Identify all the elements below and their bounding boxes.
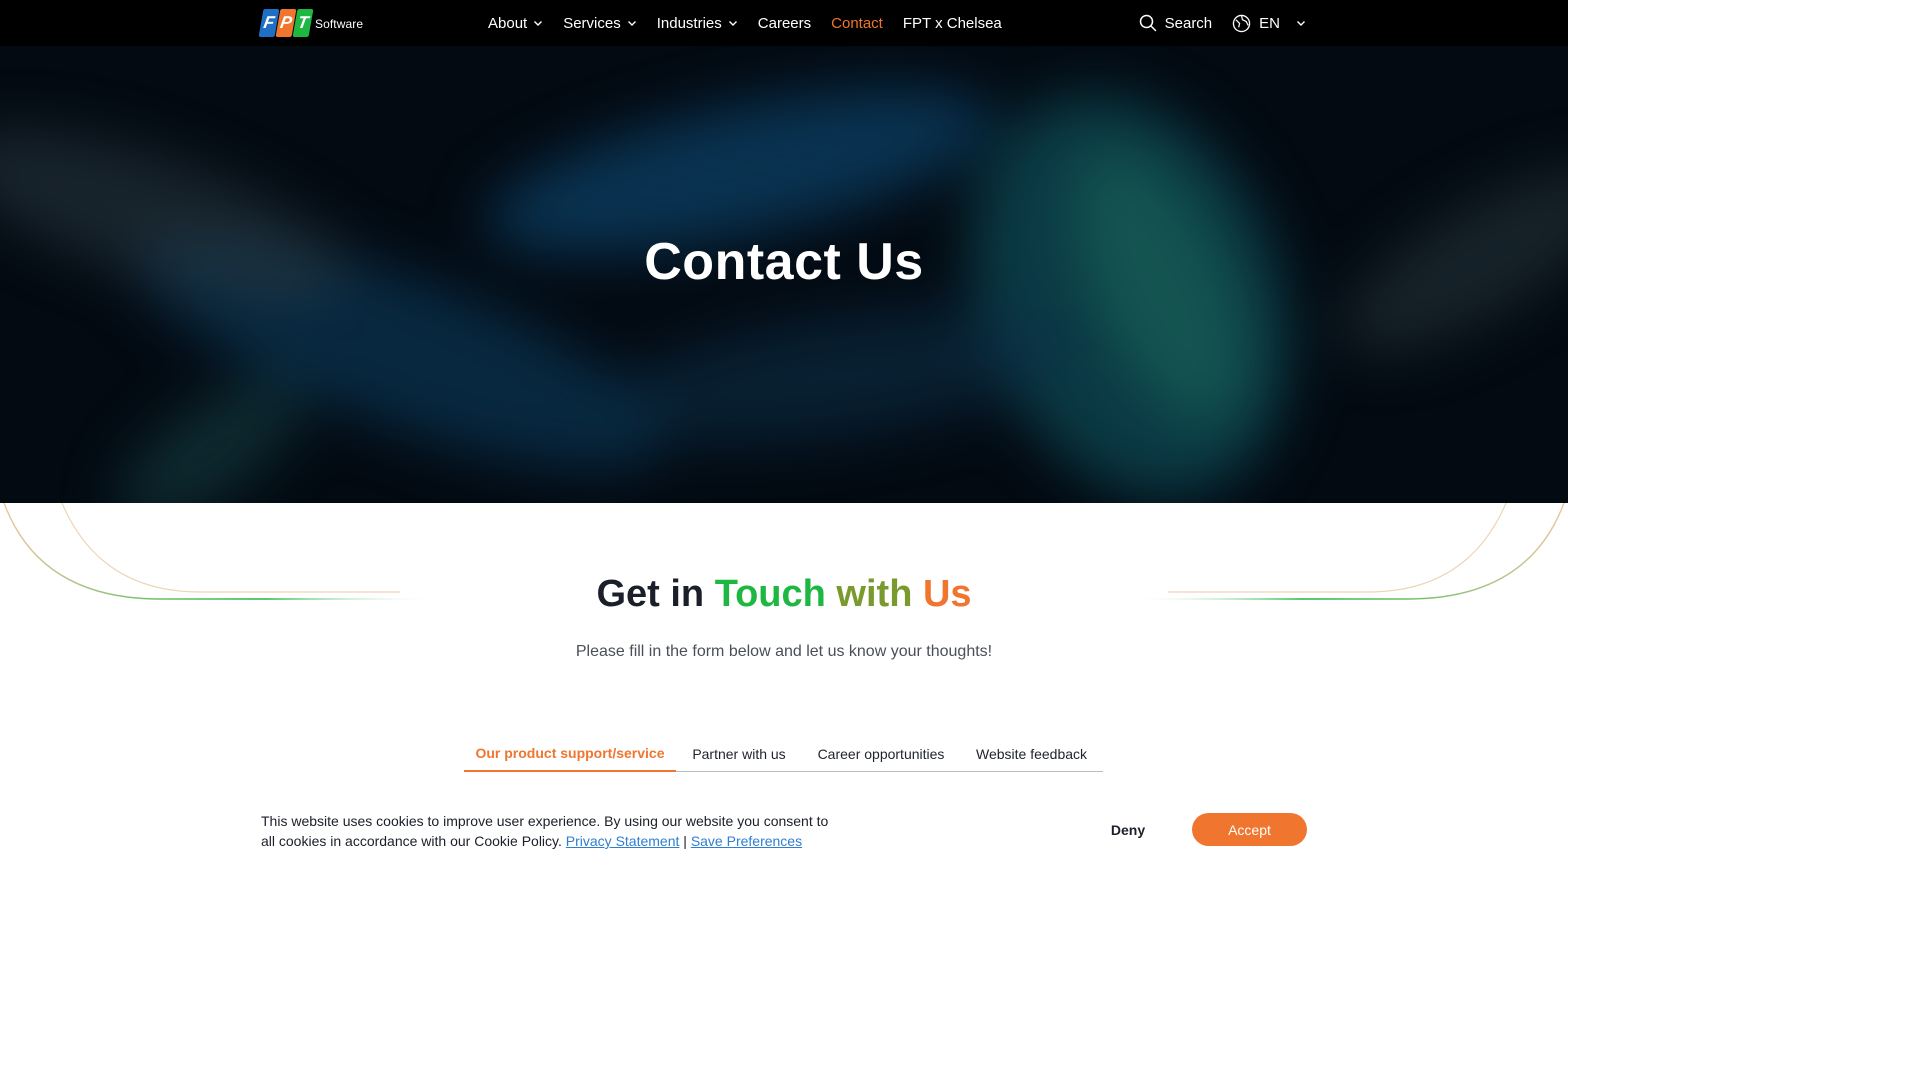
header-tools: Search EN — [1139, 0, 1306, 46]
title-part-with: with — [836, 573, 913, 615]
search-label: Search — [1164, 14, 1213, 32]
nav-item-about[interactable]: About — [488, 15, 543, 32]
nav-item-services[interactable]: Services — [563, 15, 637, 32]
tab-career-opportunities[interactable]: Career opportunities — [802, 735, 960, 772]
chevron-down-icon — [728, 21, 737, 26]
main-nav: About Services Industries Careers Contac… — [488, 0, 1002, 46]
logo-mark: F P T — [258, 8, 314, 37]
chevron-down-icon — [627, 21, 636, 26]
nav-item-contact[interactable]: Contact — [831, 15, 883, 32]
logo-wordmark: Software — [315, 17, 364, 31]
title-part-touch: Touch — [714, 573, 826, 615]
hero-banner: Contact Us — [0, 46, 1568, 503]
link-separator: | — [683, 833, 687, 849]
chevron-down-icon — [534, 21, 543, 26]
logo-letter-t: T — [292, 8, 314, 37]
nav-item-fpt-x-chelsea[interactable]: FPT x Chelsea — [903, 15, 1002, 32]
contact-tabs: Our product support/service Partner with… — [464, 735, 1103, 772]
fpt-software-logo[interactable]: F P T Software — [258, 7, 364, 38]
privacy-statement-link[interactable]: Privacy Statement — [566, 833, 680, 849]
tab-partner[interactable]: Partner with us — [676, 735, 802, 772]
globe-icon — [1232, 14, 1251, 32]
cookie-message: This website uses cookies to improve use… — [261, 811, 841, 851]
language-selector[interactable]: EN — [1232, 14, 1306, 33]
language-label: EN — [1259, 14, 1280, 32]
nav-item-label: Services — [563, 14, 621, 32]
section-subtitle: Please fill in the form below and let us… — [575, 643, 993, 660]
nav-item-industries[interactable]: Industries — [657, 15, 738, 32]
search-button[interactable]: Search — [1139, 14, 1213, 32]
tab-website-feedback[interactable]: Website feedback — [960, 735, 1103, 772]
cookie-banner: This website uses cookies to improve use… — [0, 795, 1568, 882]
accept-button[interactable]: Accept — [1192, 813, 1307, 846]
hero-title: Contact Us — [644, 233, 924, 291]
nav-item-careers[interactable]: Careers — [758, 15, 811, 32]
nav-item-label: Contact — [831, 14, 883, 32]
nav-item-label: Industries — [656, 14, 722, 32]
tab-product-support[interactable]: Our product support/service — [464, 735, 676, 772]
nav-item-label: About — [488, 14, 528, 32]
search-icon — [1139, 14, 1156, 32]
site-header: F P T Software About Services Industries… — [0, 0, 1568, 46]
nav-item-label: Careers — [757, 14, 812, 32]
title-part-us: Us — [922, 573, 972, 615]
chevron-down-icon — [1297, 21, 1305, 26]
title-part-get-in: Get in — [596, 573, 705, 615]
nav-item-label: FPT x Chelsea — [902, 14, 1002, 32]
deny-button[interactable]: Deny — [1090, 813, 1166, 846]
save-preferences-link[interactable]: Save Preferences — [691, 833, 802, 849]
section-title: Get in Touch with Us — [0, 573, 1568, 616]
